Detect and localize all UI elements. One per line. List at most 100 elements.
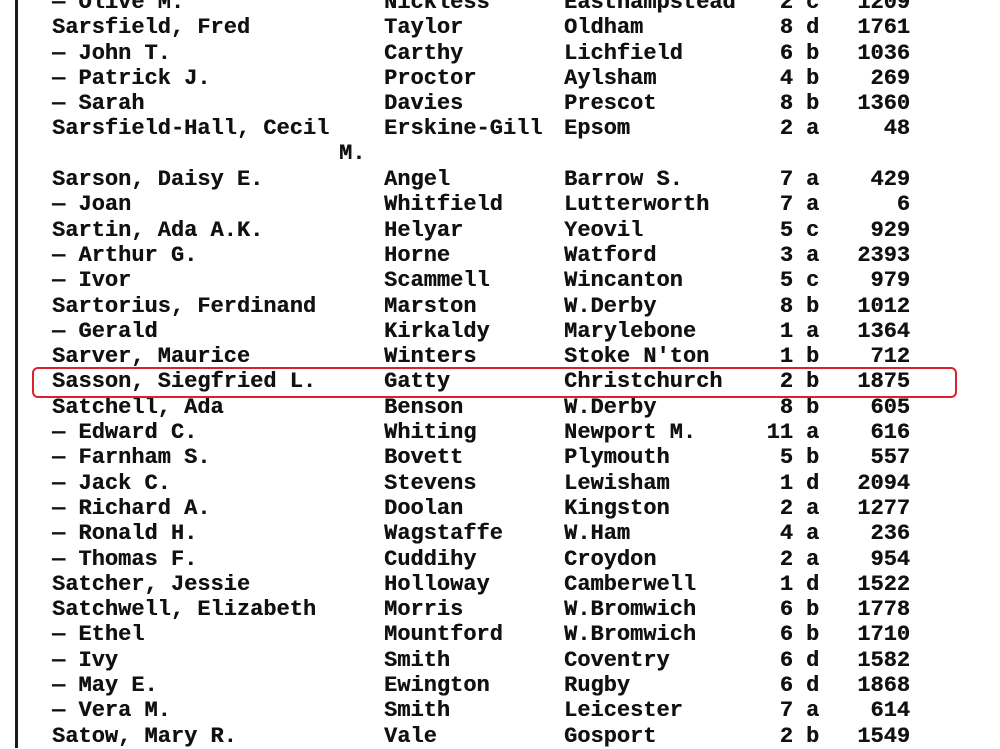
index-entries: — Olive M. Nickless Easthampstead 2 c 1209 Sar…: [0, 0, 1000, 749]
registration-district-text: Lewisham: [564, 470, 670, 496]
volume-number: 3: [757, 243, 793, 268]
page-number-text: 557: [870, 445, 910, 471]
page-number-text: 2094: [857, 470, 910, 496]
registration-district: Watford: [564, 243, 656, 268]
spouse-surname-text: Cuddihy: [384, 546, 477, 572]
spouse-surname-text: Carthy: [384, 40, 464, 66]
page-letter-text: a: [806, 167, 820, 193]
index-entry-row: — Gerald Kirkaldy Marylebone 1 a 1364: [0, 319, 1000, 344]
spouse-surname-text: Whiting: [384, 420, 477, 446]
page-letter: a: [806, 192, 822, 217]
page-number: 979: [838, 268, 910, 293]
volume-number-text: 8: [779, 91, 793, 117]
page-letter: c: [806, 0, 822, 15]
page-number-text: 236: [870, 521, 910, 547]
spouse-surname-text: Nickless: [384, 0, 490, 15]
registration-district: Camberwell: [564, 572, 696, 597]
volume-number: 8: [757, 395, 793, 420]
page-letter-text: d: [806, 647, 820, 673]
page-number-text: 6: [896, 192, 910, 218]
page-number-text: 616: [870, 420, 910, 446]
volume-number-text: 2: [779, 546, 793, 572]
entry-name-text: — Edward C.: [52, 420, 198, 446]
volume-number: 2: [757, 547, 793, 572]
registration-district: Oldham: [564, 15, 643, 40]
spouse-surname-text: Smith: [384, 698, 451, 724]
spouse-surname-text: Davies: [384, 91, 464, 117]
index-entry-row: Satow, Mary R. Vale Gosport 2 b 1549: [0, 724, 1000, 749]
registration-district-text: Camberwell: [564, 571, 697, 597]
registration-district-text: Wincanton: [564, 268, 683, 294]
index-entry-row: — Richard A. Doolan Kingston 2 a 1277: [0, 496, 1000, 521]
volume-number: 5: [757, 268, 793, 293]
volume-number: 8: [757, 294, 793, 319]
entry-name-text: — Joan: [52, 192, 132, 218]
volume-number: 8: [757, 91, 793, 116]
registration-district-text: Rugby: [564, 673, 631, 699]
page-number: 557: [838, 445, 910, 470]
page-number-text: 2393: [857, 242, 910, 268]
entry-name: Sasson, Siegfried L.: [52, 369, 316, 394]
page-number: 1761: [838, 15, 910, 40]
page-letter-text: d: [806, 571, 820, 597]
entry-name-text: — Ethel: [52, 622, 145, 648]
registration-district-text: Plymouth: [564, 445, 670, 471]
page-number-text: 429: [870, 167, 910, 193]
page-letter: c: [806, 268, 822, 293]
registration-district-text: Prescot: [564, 91, 657, 117]
page-letter-text: c: [806, 217, 820, 243]
spouse-surname: Holloway: [384, 572, 490, 597]
page-number-text: 1360: [857, 91, 910, 117]
page-number: 1582: [838, 648, 910, 673]
volume-number-text: 4: [779, 65, 793, 91]
page-letter: a: [806, 319, 822, 344]
page-number: 616: [838, 420, 910, 445]
volume-number: 4: [757, 521, 793, 546]
page-number-text: 614: [870, 698, 910, 724]
index-entry-row: — Farnham S. Bovett Plymouth 5 b 557: [0, 445, 1000, 470]
entry-name-text: Sarver, Maurice: [52, 344, 251, 370]
spouse-surname-text: Winters: [384, 344, 477, 370]
page-number: 1549: [838, 724, 910, 749]
registration-district: Gosport: [564, 724, 656, 749]
volume-number-text: 2: [779, 369, 793, 395]
page-number: 1277: [838, 496, 910, 521]
registration-district-text: Easthampstead: [564, 0, 736, 15]
entry-name: — Vera M.: [52, 698, 171, 723]
registration-district: Barrow S.: [564, 167, 683, 192]
page-letter: a: [806, 496, 822, 521]
volume-number: 7: [757, 167, 793, 192]
page-letter-text: b: [806, 65, 820, 91]
volume-number-text: 6: [779, 40, 793, 66]
entry-name-text: — Arthur G.: [52, 242, 198, 268]
page-letter-text: c: [806, 0, 820, 15]
page-letter-text: a: [806, 495, 820, 521]
index-entry-row: — May E. Ewington Rugby 6 d 1868: [0, 673, 1000, 698]
entry-name: Satcher, Jessie: [52, 572, 250, 597]
volume-number-text: 6: [779, 673, 793, 699]
page-number-text: 1778: [857, 597, 910, 623]
registration-district-text: Yeovil: [564, 217, 644, 243]
page-letter: b: [806, 41, 822, 66]
page-letter: a: [806, 420, 822, 445]
registration-district-text: Croydon: [564, 546, 657, 572]
page-letter-text: a: [806, 242, 820, 268]
registration-district-text: Epsom: [564, 116, 631, 142]
volume-number-text: 6: [779, 647, 793, 673]
volume-number-text: 1: [779, 470, 793, 496]
registration-district-text: Kingston: [564, 495, 670, 521]
volume-number: 1: [757, 572, 793, 597]
registration-district-text: Christchurch: [564, 369, 723, 395]
index-entry-row: Satchell, Ada Benson W.Derby 8 b 605: [0, 395, 1000, 420]
page-letter: b: [806, 445, 822, 470]
volume-number: 8: [757, 15, 793, 40]
spouse-surname: Doolan: [384, 496, 463, 521]
registration-district-text: W.Derby: [564, 293, 657, 319]
entry-name: Sarsfield, Fred: [52, 15, 250, 40]
entry-name-text: Sarson, Daisy E.: [52, 167, 264, 193]
page-letter: b: [806, 369, 822, 394]
page-number-text: 1582: [857, 647, 910, 673]
page-letter: d: [806, 471, 822, 496]
page-number-text: 48: [883, 116, 910, 142]
entry-name-text: — Vera M.: [52, 698, 171, 724]
